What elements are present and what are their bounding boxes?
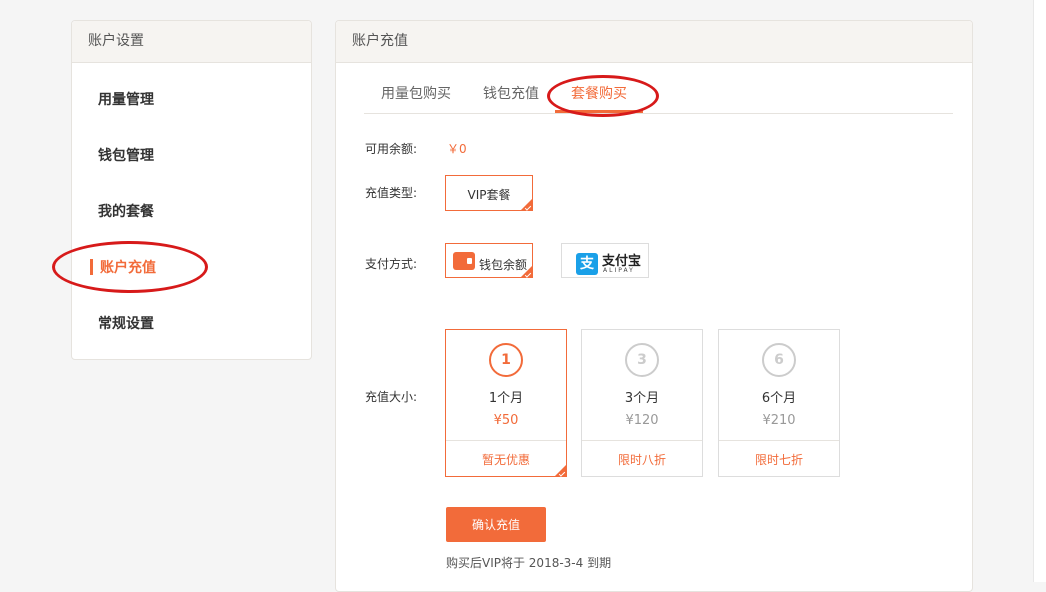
right-edge-panel xyxy=(1033,0,1046,582)
plan-price: ¥50 xyxy=(493,413,519,428)
balance-value: ￥0 xyxy=(447,142,467,156)
alipay-logo-icon: 支 xyxy=(576,253,598,275)
account-settings-sidebar: 账户设置 用量管理 钱包管理 我的套餐 账户充值 常规设置 xyxy=(71,20,312,360)
balance-label: 可用余额: xyxy=(365,142,418,156)
type-label: 充值类型: xyxy=(365,186,418,200)
sidebar-title: 账户设置 xyxy=(72,21,311,63)
alipay-option[interactable]: 支 支付宝 ALIPAY xyxy=(561,243,649,278)
vip-plan-option[interactable]: VIP套餐 xyxy=(445,175,533,211)
tab-plan-purchase[interactable]: 套餐购买 xyxy=(571,83,627,103)
vip-plan-text: VIP套餐 xyxy=(467,188,511,202)
tab-underline xyxy=(555,110,643,113)
plan-duration: 3个月 xyxy=(624,391,660,406)
selected-check-icon xyxy=(521,266,532,277)
wallet-pay-text: 钱包余额 xyxy=(479,258,528,272)
tab-usage-package[interactable]: 用量包购买 xyxy=(381,83,451,103)
sidebar-item-my-plan[interactable]: 我的套餐 xyxy=(98,201,154,221)
sidebar-item-wallet[interactable]: 钱包管理 xyxy=(98,145,154,165)
plan-card-1-month[interactable]: 1 1个月 ¥50 暂无优惠 xyxy=(445,329,567,477)
plan-duration: 6个月 xyxy=(761,391,797,406)
wallet-icon xyxy=(453,252,475,270)
plan-divider xyxy=(446,440,566,441)
plan-divider xyxy=(719,440,839,441)
selected-check-icon xyxy=(521,199,532,210)
sidebar-item-general[interactable]: 常规设置 xyxy=(98,313,154,333)
wallet-pay-option[interactable]: 钱包余额 xyxy=(445,243,533,278)
plan-discount: 限时八折 xyxy=(617,453,666,467)
plan-card-6-month[interactable]: 6 6个月 ¥210 限时七折 xyxy=(718,329,840,477)
plan-duration: 1个月 xyxy=(488,391,524,406)
active-indicator xyxy=(90,259,93,275)
plan-card-3-month[interactable]: 3 3个月 ¥120 限时八折 xyxy=(581,329,703,477)
plan-number: 3 xyxy=(625,343,659,377)
plan-price: ¥120 xyxy=(625,413,659,428)
sidebar-item-recharge[interactable]: 账户充值 xyxy=(100,257,156,277)
amount-label: 充值大小: xyxy=(365,390,418,404)
alipay-name-en: ALIPAY xyxy=(603,267,635,274)
plan-discount: 暂无优惠 xyxy=(481,453,530,467)
plan-divider xyxy=(582,440,702,441)
plan-number: 1 xyxy=(489,343,523,377)
confirm-recharge-button[interactable]: 确认充值 xyxy=(446,507,546,542)
selected-check-icon xyxy=(555,465,566,476)
payment-label: 支付方式: xyxy=(365,257,418,271)
panel-title: 账户充值 xyxy=(336,21,972,63)
tab-bar: 用量包购买 钱包充值 套餐购买 xyxy=(364,86,953,114)
tab-wallet-topup[interactable]: 钱包充值 xyxy=(483,83,539,103)
expire-note: 购买后VIP将于 2018-3-4 到期 xyxy=(446,556,612,570)
sidebar-item-usage[interactable]: 用量管理 xyxy=(98,89,154,109)
plan-discount: 限时七折 xyxy=(754,453,803,467)
plan-number: 6 xyxy=(762,343,796,377)
plan-price: ¥210 xyxy=(762,413,796,428)
